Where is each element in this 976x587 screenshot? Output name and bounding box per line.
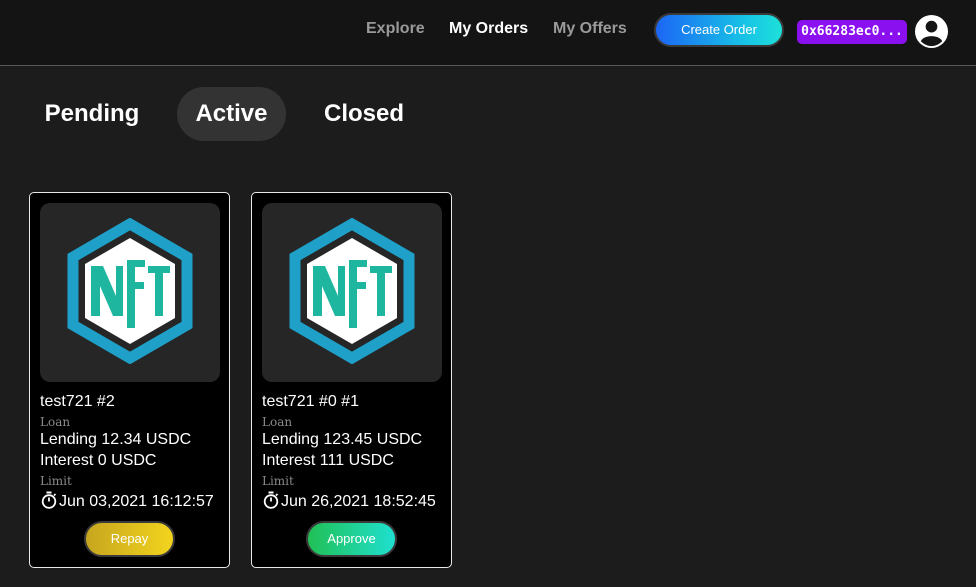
create-order-button[interactable]: Create Order — [654, 13, 784, 47]
nft-logo-icon — [67, 218, 193, 364]
lending-amount: Lending 123.45 USDC — [262, 431, 423, 448]
stopwatch-icon — [41, 491, 57, 509]
limit-label: Limit — [40, 474, 72, 488]
account-circle-icon[interactable] — [914, 14, 949, 49]
limit-label: Limit — [262, 474, 294, 488]
limit-date: Jun 03,2021 16:12:57 — [59, 493, 214, 510]
nft-logo-icon — [289, 218, 415, 364]
order-title: test721 #0 #1 — [262, 393, 359, 410]
order-card: test721 #0 #1 Loan Lending 123.45 USDC I… — [251, 192, 452, 568]
tab-pending[interactable]: Pending — [28, 87, 156, 141]
repay-button[interactable]: Repay — [84, 521, 175, 557]
order-card: test721 #2 Loan Lending 12.34 USDC Inter… — [29, 192, 230, 568]
nav-explore-link[interactable]: Explore — [366, 20, 425, 38]
tab-closed[interactable]: Closed — [306, 87, 422, 141]
limit-row: Jun 26,2021 18:52:45 — [262, 491, 436, 511]
lending-amount: Lending 12.34 USDC — [40, 431, 192, 448]
wallet-address-badge[interactable]: 0x66283ec0... — [797, 20, 907, 44]
nav-my-offers-link[interactable]: My Offers — [553, 20, 627, 38]
nft-image[interactable] — [262, 203, 442, 382]
approve-button[interactable]: Approve — [306, 521, 397, 557]
limit-row: Jun 03,2021 16:12:57 — [40, 491, 214, 511]
interest-amount: Interest 0 USDC — [40, 452, 157, 469]
order-title: test721 #2 — [40, 393, 115, 410]
nft-image[interactable] — [40, 203, 220, 382]
interest-amount: Interest 111 USDC — [262, 452, 394, 469]
loan-label: Loan — [40, 415, 71, 429]
loan-label: Loan — [262, 415, 293, 429]
top-navigation-bar: Explore My Orders My Offers Create Order… — [0, 0, 976, 66]
nav-my-orders-link[interactable]: My Orders — [449, 20, 528, 38]
stopwatch-icon — [263, 491, 279, 509]
tab-active[interactable]: Active — [177, 87, 286, 141]
limit-date: Jun 26,2021 18:52:45 — [281, 493, 436, 510]
